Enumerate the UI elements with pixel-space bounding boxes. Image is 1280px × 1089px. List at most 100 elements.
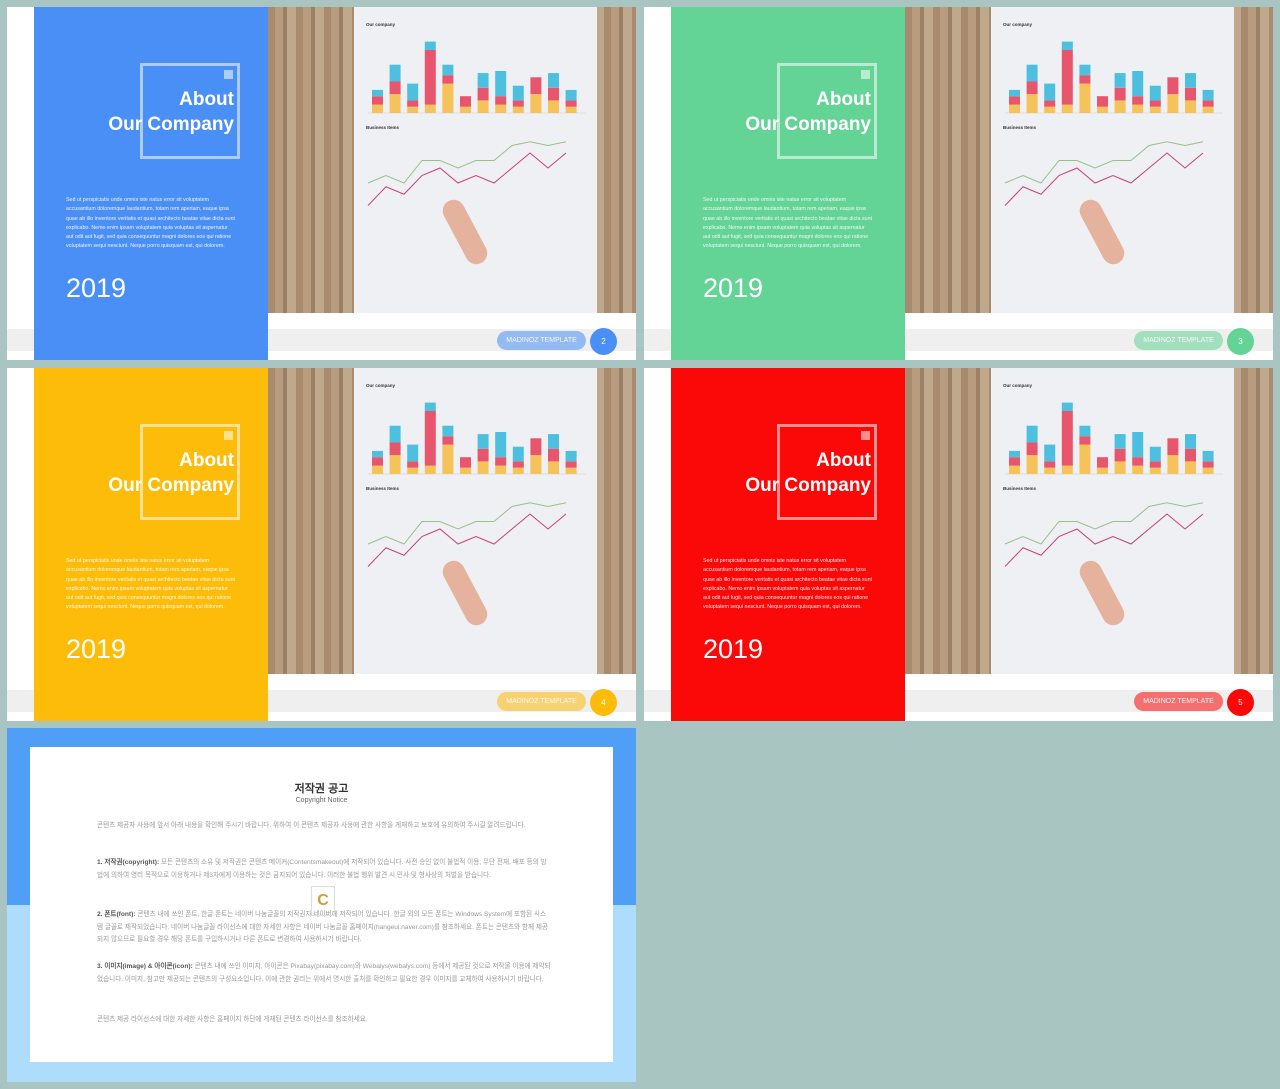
photo-bar xyxy=(1026,94,1038,113)
photo-bar xyxy=(1167,77,1179,95)
photo-bar xyxy=(548,448,559,462)
slide-title: About Our Company xyxy=(745,89,871,135)
photo-bar xyxy=(565,450,577,462)
slide-thumbnail[interactable]: Our company Business Items About Our Comp… xyxy=(644,7,1273,360)
slide-title: About Our Company xyxy=(745,450,871,496)
notice-image: 3. 이미지(image) & 아이콘(icon): 콘텐츠 내에 쓰인 이미지… xyxy=(97,961,552,986)
slide-title: About Our Company xyxy=(108,450,234,496)
photo-bar xyxy=(389,64,401,82)
photo-bar xyxy=(372,457,383,466)
photo-bar xyxy=(442,75,454,84)
photo-bar xyxy=(477,461,489,474)
slide-thumbnail[interactable]: Our company Business Items About Our Comp… xyxy=(7,368,636,721)
photo-bar xyxy=(548,461,559,474)
photo-bar xyxy=(565,461,577,468)
photo-bar xyxy=(1026,455,1038,474)
photo-line xyxy=(1004,502,1204,545)
photo-bar xyxy=(1044,461,1056,468)
photo-bar xyxy=(495,71,507,97)
slide-thumbnail[interactable]: Our company Business Items About Our Comp… xyxy=(644,368,1273,721)
photo-bar xyxy=(1044,106,1056,113)
photo-line xyxy=(1004,513,1204,567)
photo-bar xyxy=(512,100,524,107)
slide-body-text: Sed ut perspiciatis unde omnis iste natu… xyxy=(66,197,236,250)
slide-year: 2019 xyxy=(703,634,764,664)
photo-bar xyxy=(424,465,436,474)
footer-template-label: MADINOZ TEMPLATE xyxy=(1134,692,1223,711)
brand-logo: C xyxy=(311,886,335,916)
slide-copyright-notice[interactable]: 저작권 공고 Copyright Notice 콘텐츠 제공자 사용에 앞서 아… xyxy=(7,728,636,1082)
photo-bar xyxy=(1167,455,1179,474)
copyright-label: 1. 저작권(copyright): xyxy=(97,859,160,866)
photo-bar xyxy=(530,438,542,456)
slide-title: About Our Company xyxy=(108,89,234,135)
photo-bar xyxy=(1185,87,1196,101)
photo-bar xyxy=(512,85,524,101)
color-panel: About Our Company Sed ut perspiciatis und… xyxy=(34,368,268,721)
photo-bar xyxy=(407,444,419,462)
photo-bar xyxy=(407,461,419,468)
photo-bar xyxy=(1026,81,1038,95)
copyright-text: 모든 콘텐츠의 소유 및 저작권은 콘텐츠 메이커(Contentsmakeou… xyxy=(97,859,547,879)
photo-bar xyxy=(442,64,454,76)
photo-bar xyxy=(1097,106,1108,113)
photo-bar xyxy=(1202,450,1214,462)
slide-year: 2019 xyxy=(66,273,127,303)
photo-bar xyxy=(1114,100,1126,113)
photo-bar xyxy=(1097,457,1108,468)
photo-line xyxy=(1004,141,1204,184)
photo-bar xyxy=(495,104,507,113)
photo-bar xyxy=(460,457,471,468)
photo-bar xyxy=(424,104,436,113)
photo-bar xyxy=(1202,467,1214,474)
photo-bar xyxy=(1026,442,1038,456)
photo-bar xyxy=(1079,83,1091,113)
photo-bar xyxy=(1114,448,1126,462)
photo-bar xyxy=(1097,467,1108,474)
page-number: 5 xyxy=(1227,689,1254,716)
photo-bar xyxy=(389,455,401,474)
photo-bar xyxy=(1132,71,1144,97)
photo-bar xyxy=(389,81,401,95)
photo-bar xyxy=(1114,73,1126,88)
photo-bar xyxy=(477,448,489,462)
photo-bar xyxy=(372,104,383,113)
photo-bar xyxy=(548,87,559,101)
photo-bar xyxy=(1114,461,1126,474)
photo-bar xyxy=(548,100,559,113)
photo-bar xyxy=(1079,75,1091,84)
photo-bar xyxy=(1149,461,1161,468)
page-number: 2 xyxy=(590,328,617,355)
photo-bar xyxy=(1026,64,1038,82)
photo-line xyxy=(367,513,567,567)
page-number: 3 xyxy=(1227,328,1254,355)
photo-bar xyxy=(407,467,419,474)
photo-bar xyxy=(1149,106,1161,113)
photo-bar xyxy=(1026,425,1038,443)
notice-subtitle: Copyright Notice xyxy=(295,797,348,804)
photo-bar xyxy=(460,467,471,474)
photo-bar xyxy=(1132,104,1144,113)
photo-bar xyxy=(565,467,577,474)
photo-bar xyxy=(424,50,436,105)
color-panel: About Our Company Sed ut perspiciatis und… xyxy=(34,7,268,360)
notice-intro: 콘텐츠 제공자 사용에 앞서 아래 내용을 확인해 주시기 바랍니다. 위하여 … xyxy=(97,822,526,829)
footer-template-label: MADINOZ TEMPLATE xyxy=(1134,331,1223,350)
image-label: 3. 이미지(image) & 아이콘(icon): xyxy=(97,963,193,970)
photo-bar xyxy=(512,461,524,468)
photo-bar xyxy=(565,100,577,107)
photo-bar xyxy=(1079,425,1091,437)
photo-bar xyxy=(1202,106,1214,113)
photo-bar xyxy=(477,100,489,113)
photo-bar xyxy=(1132,465,1144,474)
page-number: 4 xyxy=(590,689,617,716)
photo-line xyxy=(367,502,567,545)
notice-copyright: 1. 저작권(copyright): 모든 콘텐츠의 소유 및 저작권은 콘텐츠… xyxy=(97,857,552,882)
photo-bar xyxy=(407,83,419,101)
slide-year: 2019 xyxy=(703,273,764,303)
photo-bar xyxy=(424,41,436,50)
photo-line xyxy=(367,141,567,184)
slide-thumbnail[interactable]: Our company Business Items About Our Comp… xyxy=(7,7,636,360)
photo-bar xyxy=(442,425,454,437)
photo-bar xyxy=(512,446,524,462)
